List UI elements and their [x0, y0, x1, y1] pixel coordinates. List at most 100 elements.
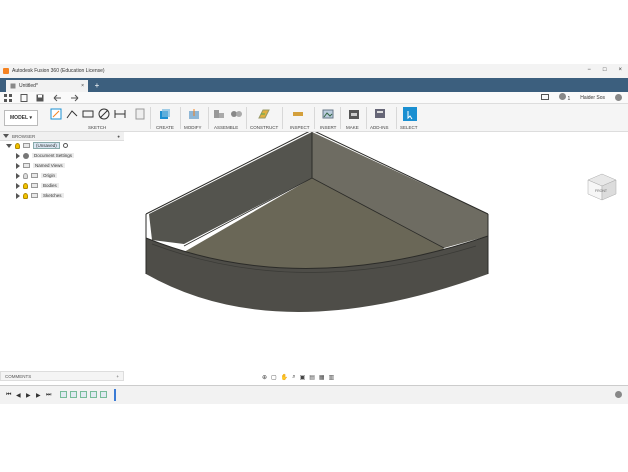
group-sketch[interactable]: SKETCH	[88, 125, 106, 130]
circle-icon[interactable]	[98, 108, 110, 120]
folder-icon	[31, 173, 38, 178]
visibility-icon[interactable]	[23, 192, 28, 199]
separator	[366, 107, 367, 129]
tab-close-button[interactable]: ×	[81, 83, 84, 89]
zoom-icon[interactable]: ⌕	[292, 374, 295, 381]
timeline: ⏮ ◀ ▶ ▶ ⏭	[0, 385, 628, 404]
new-component-icon[interactable]	[213, 108, 225, 120]
select-icon[interactable]	[403, 107, 417, 121]
tree-item-named-views[interactable]: Named Views	[16, 161, 65, 170]
display-settings-icon[interactable]: ▤	[309, 374, 315, 381]
add-comment-button[interactable]: +	[116, 374, 119, 379]
comments-panel[interactable]: COMMENTS +	[0, 371, 124, 381]
tree-item-label[interactable]: Named Views	[33, 163, 65, 168]
expand-icon[interactable]	[16, 182, 20, 189]
comments-title: COMMENTS	[5, 373, 32, 379]
visibility-icon[interactable]	[23, 172, 28, 179]
insert-image-icon[interactable]	[322, 108, 334, 120]
tree-root[interactable]: (Unsaved)	[6, 141, 68, 150]
viewport-settings-icon[interactable]: ▥	[329, 374, 335, 381]
orbit-icon[interactable]: ⊕	[262, 374, 267, 381]
group-create[interactable]: CREATE	[156, 125, 174, 130]
job-status[interactable]: 1	[559, 93, 570, 102]
timeline-forward-icon[interactable]: ▶	[36, 392, 41, 399]
expand-icon[interactable]	[16, 162, 20, 169]
offset-plane-icon[interactable]	[258, 108, 270, 120]
radio-icon[interactable]	[62, 143, 68, 148]
scripts-addins-icon[interactable]	[374, 108, 386, 120]
minimize-button[interactable]: −	[587, 67, 591, 73]
expand-icon[interactable]	[16, 192, 20, 199]
save-icon[interactable]	[36, 94, 44, 102]
expand-icon[interactable]	[6, 143, 12, 148]
extrude-icon[interactable]	[158, 108, 170, 120]
gear-icon	[23, 152, 29, 159]
timeline-marker[interactable]	[114, 389, 116, 401]
group-addins[interactable]: ADD-INS	[370, 125, 389, 130]
timeline-settings-icon[interactable]	[615, 391, 622, 398]
expand-icon[interactable]	[16, 152, 20, 159]
viewcube[interactable]: FRONT	[586, 172, 618, 202]
timeline-back-icon[interactable]: ◀	[16, 392, 21, 399]
group-modify[interactable]: MODIFY	[184, 125, 202, 130]
3d-print-icon[interactable]	[348, 108, 360, 120]
rectangle-icon[interactable]	[82, 108, 94, 120]
tree-item-label[interactable]: Bodies	[41, 183, 59, 188]
redo-icon[interactable]	[70, 94, 80, 102]
line-icon[interactable]	[66, 108, 78, 120]
tree-item-document-settings[interactable]: Document Settings	[16, 151, 75, 160]
file-icon[interactable]	[20, 93, 28, 102]
group-select[interactable]: SELECT	[400, 125, 418, 130]
group-inspect[interactable]: INSPECT	[290, 125, 310, 130]
new-tab-button[interactable]: +	[92, 81, 102, 91]
create-sketch-icon[interactable]	[50, 108, 62, 120]
grid-settings-icon[interactable]: ▦	[319, 374, 325, 381]
browser-pin-icon[interactable]: ●	[117, 134, 120, 139]
dimension-icon[interactable]	[114, 108, 126, 120]
measure-icon[interactable]	[292, 108, 304, 120]
timeline-start-icon[interactable]: ⏮	[6, 392, 11, 399]
notifications-icon[interactable]	[541, 94, 550, 101]
undo-icon[interactable]	[52, 94, 62, 102]
separator	[208, 107, 209, 129]
tree-item-label[interactable]: Origin	[41, 173, 58, 178]
press-pull-icon[interactable]	[188, 108, 200, 120]
help-icon[interactable]	[615, 94, 622, 101]
document-tab[interactable]: Untitled* ×	[6, 80, 88, 92]
joint-icon[interactable]	[230, 108, 242, 120]
group-construct[interactable]: CONSTRUCT	[250, 125, 278, 130]
timeline-play-icon[interactable]: ▶	[26, 392, 31, 399]
pan-icon[interactable]: ✋	[281, 374, 288, 381]
timeline-feature-extrude-icon[interactable]	[90, 391, 97, 398]
tree-item-label[interactable]: Document Settings	[32, 153, 75, 158]
timeline-feature-sketch-icon[interactable]	[80, 391, 87, 398]
visibility-icon[interactable]	[15, 142, 20, 149]
group-make[interactable]: MAKE	[346, 125, 359, 130]
timeline-feature-shell-icon[interactable]	[100, 391, 107, 398]
fit-icon[interactable]: ▣	[300, 374, 306, 381]
sketch-palette-icon[interactable]	[134, 108, 146, 120]
expand-icon[interactable]	[16, 172, 20, 179]
look-at-icon[interactable]: ▢	[271, 374, 277, 381]
maximize-button[interactable]: □	[603, 67, 607, 73]
tree-item-label[interactable]: Sketches	[41, 193, 64, 198]
timeline-feature-sketch-icon[interactable]	[60, 391, 67, 398]
group-insert[interactable]: INSERT	[320, 125, 336, 130]
separator	[340, 107, 341, 129]
user-account[interactable]: Haider Sos	[580, 95, 605, 101]
tree-item-sketches[interactable]: Sketches	[16, 191, 64, 200]
timeline-feature-extrude-icon[interactable]	[70, 391, 77, 398]
navigation-bar: ⊕ ▢ ✋ ⌕ ▣ ▤ ▦ ▥	[262, 372, 334, 382]
workspace-switcher[interactable]: MODEL ▾	[4, 110, 38, 126]
data-panel-icon[interactable]	[4, 93, 12, 102]
tree-item-origin[interactable]: Origin	[16, 171, 58, 180]
close-window-button[interactable]: ×	[618, 67, 622, 73]
browser-header[interactable]: BROWSER ●	[0, 132, 124, 141]
tree-item-bodies[interactable]: Bodies	[16, 181, 59, 190]
timeline-end-icon[interactable]: ⏭	[46, 392, 51, 399]
canvas-viewport[interactable]	[124, 132, 628, 365]
collapse-icon[interactable]	[3, 134, 9, 138]
group-assemble[interactable]: ASSEMBLE	[214, 125, 238, 130]
root-component-label[interactable]: (Unsaved)	[33, 142, 60, 149]
visibility-icon[interactable]	[23, 182, 28, 189]
